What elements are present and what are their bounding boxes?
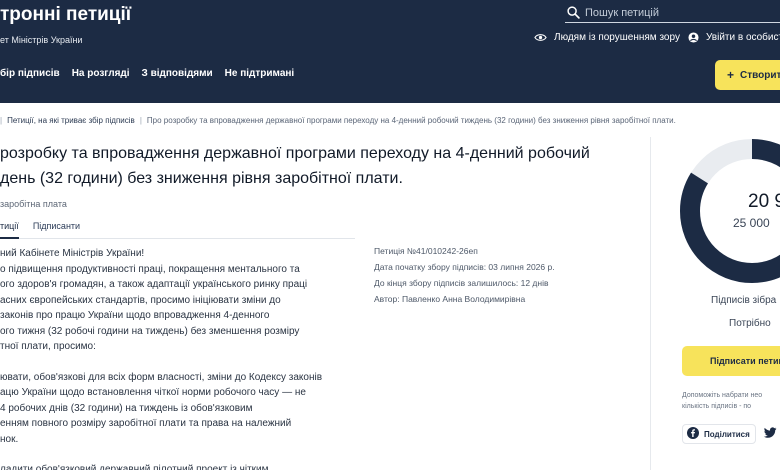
nav-not-supported[interactable]: Не підтримані bbox=[225, 68, 295, 79]
petition-body: ний Кабінете Міністрів України! о підвищ… bbox=[0, 246, 355, 470]
petition-tabs: тиції Підписанти bbox=[0, 221, 355, 239]
twitter-icon bbox=[763, 427, 777, 441]
site-subtitle: ет Міністрів України bbox=[0, 35, 83, 45]
share-facebook-label: Поділитися bbox=[704, 429, 750, 439]
petition-title-line-2: день (32 години) без зниження рівня заро… bbox=[0, 170, 403, 187]
site-title[interactable]: тронні петиції bbox=[0, 4, 131, 26]
plus-icon: + bbox=[727, 68, 735, 82]
login-link[interactable]: Увійти в особист bbox=[688, 32, 780, 43]
breadcrumb-section-link[interactable]: Петиції, на які триває збір підписів bbox=[7, 116, 135, 125]
breadcrumb: | Петиції, на які триває збір підписів |… bbox=[0, 116, 676, 125]
user-icon bbox=[688, 32, 699, 43]
nav-under-review[interactable]: На розгляді bbox=[72, 68, 130, 79]
petition-days-left: До кінця збору підписів залишилось: 12 д… bbox=[374, 278, 549, 288]
tab-petition[interactable]: тиції bbox=[0, 221, 19, 239]
tab-signers[interactable]: Підписанти bbox=[33, 221, 80, 239]
signatures-needed: 25 000 bbox=[733, 216, 770, 230]
help-text: Допоможіть набрати нео кількість підписі… bbox=[682, 390, 780, 412]
accessibility-link[interactable]: Людям із порушенням зору bbox=[534, 32, 680, 43]
petition-category: заробітна плата bbox=[0, 199, 67, 209]
help-text-line: Допоможіть набрати нео bbox=[682, 392, 763, 399]
petition-title-line-1: розробку та впровадження державної прогр… bbox=[0, 145, 590, 162]
petition-paragraph: ний Кабінете Міністрів України! о підвищ… bbox=[0, 248, 308, 352]
search-input[interactable] bbox=[585, 6, 775, 19]
signatures-needed-label: Потрібно bbox=[729, 318, 771, 329]
sidebar-divider bbox=[650, 137, 651, 470]
create-petition-button[interactable]: + Створити bbox=[715, 60, 780, 90]
login-label: Увійти в особист bbox=[706, 32, 780, 43]
help-text-line: кількість підписів - по bbox=[682, 403, 752, 410]
create-petition-label: Створити bbox=[740, 69, 780, 81]
accessibility-label: Людям із порушенням зору bbox=[554, 32, 680, 43]
signatures-collected-label: Підписів зібра bbox=[711, 295, 777, 306]
petition-number: Петиція №41/010242-26еп bbox=[374, 246, 478, 256]
petition-title: розробку та впровадження державної прогр… bbox=[0, 141, 640, 191]
search-bar[interactable] bbox=[565, 3, 780, 23]
signatures-current: 20 981 bbox=[748, 191, 780, 212]
petition-start-date: Дата початку збору підписів: 03 липня 20… bbox=[374, 262, 555, 272]
facebook-icon bbox=[687, 427, 699, 441]
breadcrumb-current: Про розробку та впровадження державної п… bbox=[146, 116, 676, 125]
search-icon[interactable] bbox=[565, 5, 581, 21]
site-header: тронні петиції ет Міністрів України Людя… bbox=[0, 0, 780, 103]
main-nav: бір підписів На розгляді З відповідями Н… bbox=[0, 68, 294, 79]
eye-icon bbox=[534, 33, 547, 42]
petition-author: Автор: Павленко Анна Володимирівна bbox=[374, 294, 526, 304]
breadcrumb-separator: | bbox=[0, 116, 3, 125]
petition-meta: Петиція №41/010242-26еп Дата початку збо… bbox=[374, 243, 555, 307]
share-twitter-button[interactable] bbox=[763, 424, 777, 444]
sign-petition-button[interactable]: Підписати петиц bbox=[682, 346, 780, 376]
breadcrumb-separator: | bbox=[139, 116, 142, 125]
share-facebook-button[interactable]: Поділитися bbox=[682, 424, 756, 444]
petition-paragraph: ладити обов'язковий державний пілотний п… bbox=[0, 464, 269, 470]
nav-answered[interactable]: З відповідями bbox=[142, 68, 213, 79]
petition-paragraph: ювати, обов'язкові для всіх форм власнос… bbox=[0, 371, 323, 445]
nav-collecting[interactable]: бір підписів bbox=[0, 68, 60, 79]
